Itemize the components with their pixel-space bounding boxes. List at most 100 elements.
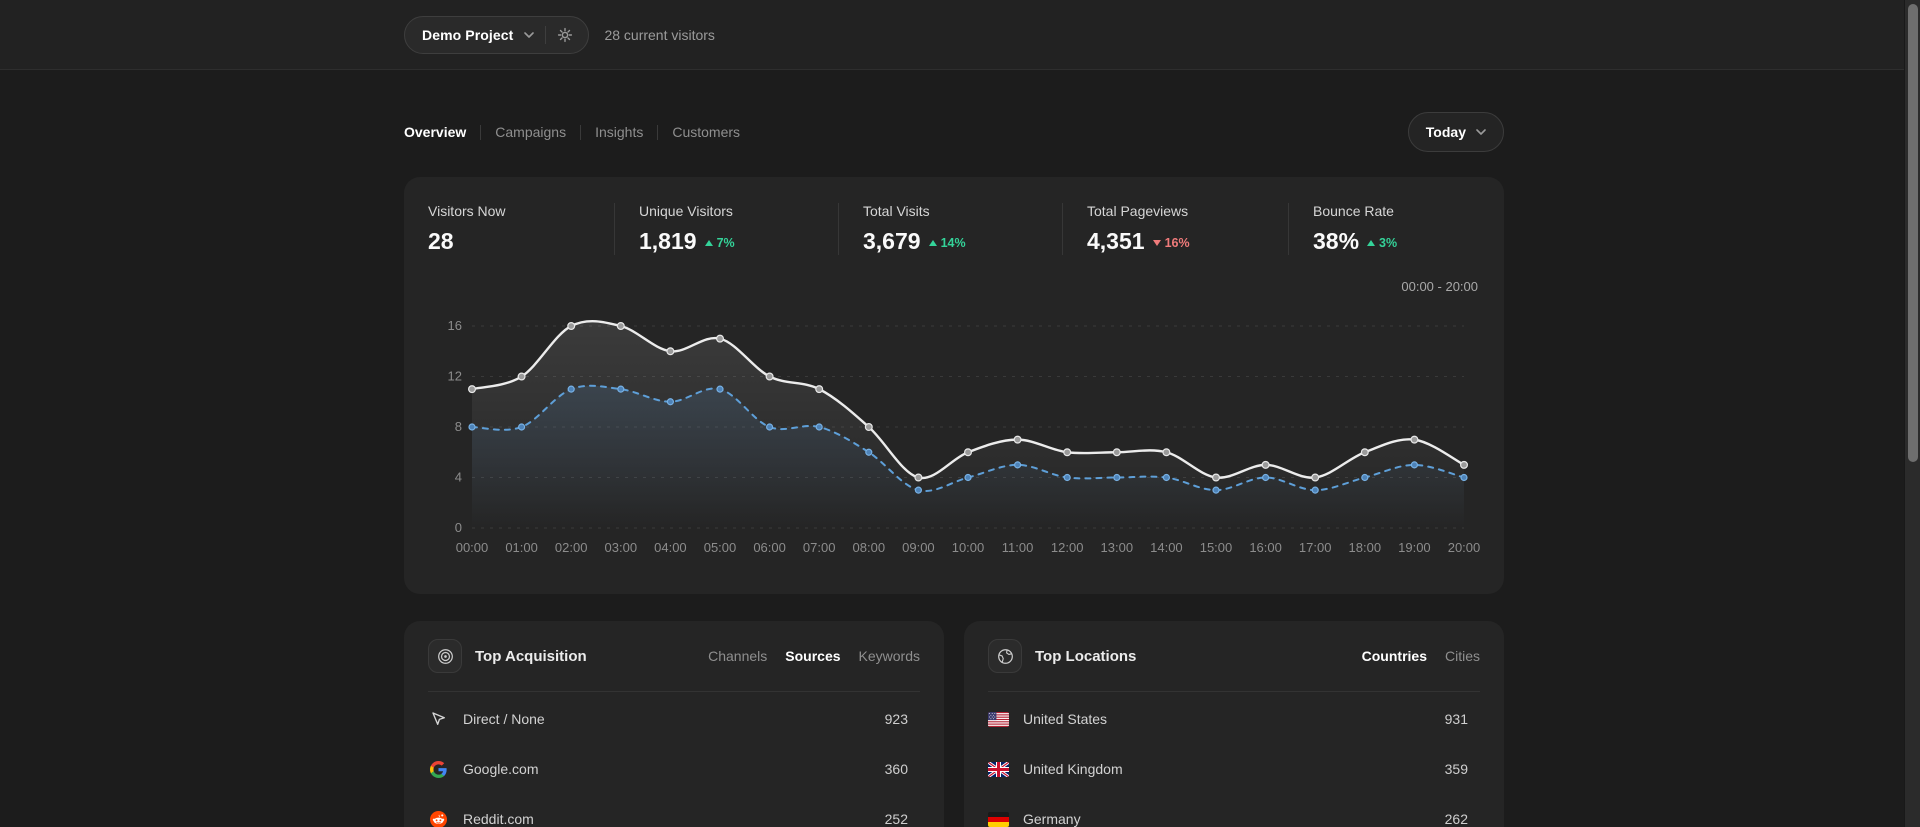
stat-total-pageviews: Total Pageviews 4,351 16% [1062,203,1288,255]
svg-text:00:00: 00:00 [456,540,489,555]
row-value: 262 [1444,811,1468,827]
top-acquisition-header: Top Acquisition Channels Sources Keyword… [428,621,920,692]
visitors-chart[interactable]: 0 4 8 12 16 00:00 01:00 02:00 03:00 04:00 05:00 06:… [428,267,1481,577]
globe-icon [997,648,1013,664]
tab-keywords[interactable]: Keywords [859,648,920,664]
row-value: 360 [884,761,908,777]
svg-text:12: 12 [448,369,462,384]
stat-value: 3,679 [863,228,921,254]
date-range-button[interactable]: Today [1407,112,1504,152]
google-icon [428,760,449,778]
us-flag-icon [988,711,1009,727]
stat-value: 4,351 [1087,228,1145,254]
row-value: 252 [884,811,908,827]
acquisition-row[interactable]: Reddit.com 252 [428,794,920,827]
top-acquisition-card: Top Acquisition Channels Sources Keyword… [404,621,944,827]
location-row[interactable]: United Kingdom 359 [988,744,1480,794]
top-locations-card: Top Locations Countries Cities United St… [964,621,1504,827]
row-value: 923 [884,711,908,727]
up-triangle-icon [928,240,937,246]
tab-separator [657,124,659,140]
svg-text:03:00: 03:00 [605,540,638,555]
top-locations-header: Top Locations Countries Cities [988,621,1480,692]
tab-separator [580,124,582,140]
reddit-icon [428,810,449,827]
divider [545,25,547,44]
svg-text:15:00: 15:00 [1200,540,1233,555]
project-switcher[interactable]: Demo Project [404,15,590,54]
card-title: Top Acquisition [475,647,587,665]
chevron-down-icon [524,31,535,38]
acquisition-tabs: Channels Sources Keywords [708,648,920,664]
stat-bounce-rate: Bounce Rate 38% 3% [1288,203,1480,255]
down-triangle-icon [1152,240,1161,246]
settings-gear-icon[interactable] [557,27,573,43]
svg-text:19:00: 19:00 [1398,540,1431,555]
svg-text:18:00: 18:00 [1349,540,1382,555]
svg-text:0: 0 [455,520,462,535]
svg-text:02:00: 02:00 [555,540,588,555]
svg-text:4: 4 [455,470,462,485]
svg-text:16:00: 16:00 [1249,540,1282,555]
overview-card: Visitors Now 28 Unique Visitors 1,819 7%… [404,177,1504,594]
row-value: 931 [1444,711,1468,727]
icon-box [428,639,462,673]
svg-text:8: 8 [455,419,462,434]
main-tabs: Overview Campaigns Insights Customers [404,124,740,140]
tab-insights[interactable]: Insights [595,124,643,140]
de-flag-icon [988,811,1009,827]
stat-value: 1,819 [639,228,697,254]
acquisition-row[interactable]: Google.com 360 [428,744,920,794]
up-triangle-icon [1367,240,1376,246]
svg-text:12:00: 12:00 [1051,540,1084,555]
current-visitors-label: 28 current visitors [604,26,715,43]
tab-cities[interactable]: Cities [1445,648,1480,664]
tab-overview[interactable]: Overview [404,124,466,140]
svg-text:20:00: 20:00 [1448,540,1480,555]
icon-box [988,639,1022,673]
svg-text:05:00: 05:00 [704,540,737,555]
stat-delta: 14% [928,236,966,250]
chevron-down-icon [1476,129,1486,135]
svg-text:17:00: 17:00 [1299,540,1332,555]
stat-visitors-now: Visitors Now 28 [428,203,506,254]
svg-text:01:00: 01:00 [505,540,538,555]
tab-channels[interactable]: Channels [708,648,767,664]
locations-tabs: Countries Cities [1362,648,1480,664]
stat-delta: 3% [1367,236,1397,250]
stat-delta: 7% [704,236,735,250]
nav-row: Overview Campaigns Insights Customers To… [404,112,1504,152]
project-name: Demo Project [422,26,514,43]
svg-text:16: 16 [448,318,462,333]
stat-value: 28 [428,228,454,254]
stat-value: 38% [1313,228,1360,254]
stats-row: Visitors Now 28 Unique Visitors 1,819 7%… [404,177,1504,255]
tab-sources[interactable]: Sources [785,648,840,664]
scrollbar-track[interactable] [1904,0,1920,827]
svg-text:14:00: 14:00 [1150,540,1183,555]
uk-flag-icon [988,761,1009,777]
date-range-label: Today [1425,124,1466,140]
svg-text:11:00: 11:00 [1002,540,1034,555]
svg-text:13:00: 13:00 [1101,540,1134,555]
tab-campaigns[interactable]: Campaigns [495,124,566,140]
svg-text:04:00: 04:00 [654,540,687,555]
stat-delta: 16% [1152,236,1190,250]
tab-countries[interactable]: Countries [1362,648,1427,664]
svg-text:08:00: 08:00 [853,540,886,555]
tab-separator [480,124,482,140]
location-row[interactable]: United States 931 [988,694,1480,744]
scrollbar-thumb[interactable] [1908,4,1918,462]
stat-unique-visitors: Unique Visitors 1,819 7% [614,203,838,255]
svg-text:09:00: 09:00 [902,540,935,555]
up-triangle-icon [704,240,713,246]
stat-total-visits: Total Visits 3,679 14% [838,203,1062,255]
cursor-icon [428,711,449,727]
acquisition-row[interactable]: Direct / None 923 [428,694,920,744]
card-title: Top Locations [1035,647,1137,665]
row-value: 359 [1444,761,1468,777]
target-icon [437,648,453,664]
tab-customers[interactable]: Customers [672,124,740,140]
location-row[interactable]: Germany 262 [988,794,1480,827]
svg-text:06:00: 06:00 [753,540,786,555]
